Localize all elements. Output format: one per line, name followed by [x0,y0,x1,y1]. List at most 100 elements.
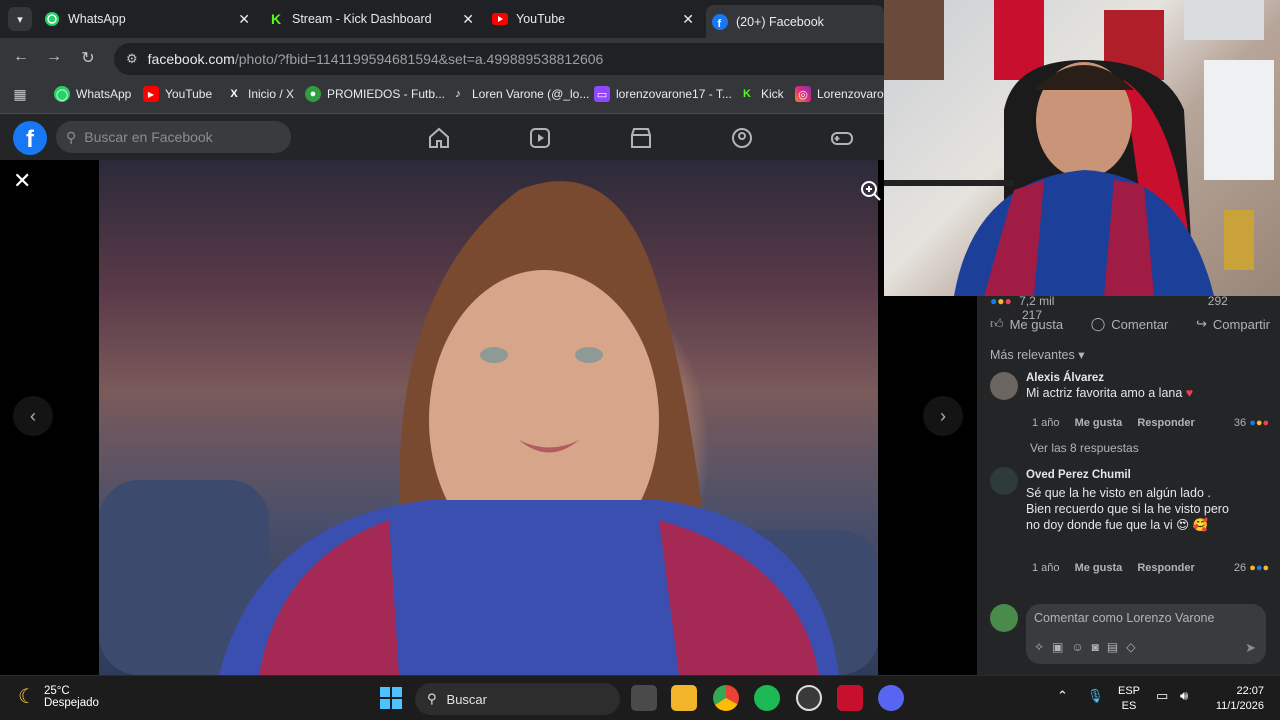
microphone-icon[interactable]: 🎙︎ [1087,688,1104,703]
comment-reply-button[interactable]: Responder [1137,562,1194,574]
emoji-icon[interactable]: ☺ [1071,640,1083,654]
gif-button-icon[interactable]: ▤ [1107,640,1118,654]
network-icon[interactable]: ▭ [1156,688,1168,703]
windows-taskbar: ☾ 25°C Despejado ⚲ Buscar ⌃ 🎙︎ ESP ES ▭ … [0,675,1280,720]
marketplace-icon[interactable] [629,126,653,150]
heart-eyes-emoji-icon: 😍 [1176,518,1190,532]
apps-grid-icon[interactable]: ▦ [12,86,34,102]
close-tab-icon[interactable]: ✕ [462,11,474,28]
photo-viewer: ✕ ‹ › [0,160,977,675]
address-bar[interactable]: ⚙ facebook.com /photo/?fbid=114119959468… [114,43,884,75]
navigation-bar: ← → ↻ ⚙ facebook.com /photo/?fbid=114119… [0,38,884,80]
weather-widget[interactable]: ☾ 25°C Despejado [18,684,99,709]
bookmark-tiktok[interactable]: ♪ Loren Varone (@_lo... [450,86,589,102]
comments-count[interactable]: 292 [1208,294,1228,308]
forward-arrow-icon[interactable]: → [43,48,65,66]
chrome-icon[interactable] [713,685,739,711]
camera-icon[interactable]: ◙ [1092,640,1099,654]
facebook-header: f ⚲ Buscar en Facebook [0,114,884,160]
comment-author[interactable]: Oved Perez Chumil [1026,467,1236,483]
like-button[interactable]: 👍︎ Me gusta [990,316,1063,332]
x-logo-icon: X [230,88,238,100]
gaming-icon[interactable] [830,126,854,150]
avatar-sticker-icon[interactable]: ✧ [1034,640,1044,654]
view-replies-link[interactable]: Ver las 8 respuestas [1030,441,1139,455]
comment-button[interactable]: ◯ Comentar [1091,316,1169,332]
video-icon[interactable] [528,126,552,150]
facebook-search-input[interactable]: ⚲ Buscar en Facebook [56,121,291,153]
promiedos-icon: ● [305,86,321,102]
sticker-icon[interactable]: ◇ [1126,640,1135,654]
comment-like-button[interactable]: Me gusta [1075,562,1123,574]
share-arrow-icon: ↪ [1196,316,1207,331]
home-icon[interactable] [427,126,451,150]
chevron-right-icon: › [940,405,946,426]
facebook-logo[interactable]: f [13,121,47,155]
comment-sort-dropdown[interactable]: Más relevantes ▾ [990,347,1085,362]
avatar[interactable] [990,467,1018,495]
bookmarks-bar: ▦ ◯ WhatsApp ▶ YouTube X Inicio / X ● PROMIE… [0,80,890,114]
reactions-count: 7,2 mil [1019,294,1055,308]
bookmark-kick[interactable]: K Kick [739,86,784,102]
tab-kick-dashboard[interactable]: K Stream - Kick Dashboard ✕ [262,5,482,33]
comment-reaction-count[interactable]: 36 [1234,417,1246,429]
comment-reply-button[interactable]: Responder [1137,417,1194,429]
chevron-up-icon[interactable]: ⌃ [1057,688,1068,703]
tab-facebook[interactable]: f (20+) Facebook [706,5,884,38]
avatar[interactable] [990,372,1018,400]
tab-label: YouTube [516,12,566,26]
comment-text: Mi actriz favorita amo a lana [1026,386,1183,400]
chevron-down-icon: ▾ [17,13,23,26]
bookmark-instagram[interactable]: ◎ Lorenzovaron [795,86,890,102]
tab-label: WhatsApp [68,12,126,26]
tab-youtube[interactable]: YouTube ✕ [486,5,702,33]
whatsapp-icon: ◯ [54,86,70,102]
spotify-icon[interactable] [754,685,780,711]
previous-photo-button[interactable]: ‹ [13,396,53,436]
discord-icon[interactable] [878,685,904,711]
youtube-icon [492,11,508,27]
app-icon[interactable] [837,685,863,711]
photo-illustration [99,181,878,675]
back-arrow-icon[interactable]: ← [10,48,32,66]
task-view-icon[interactable] [631,685,657,711]
groups-icon[interactable] [730,126,754,150]
next-photo-button[interactable]: › [923,396,963,436]
gif-icon[interactable]: ▣ [1052,640,1063,654]
volume-icon[interactable]: 🔊︎ [1180,688,1188,703]
comment-reaction-count[interactable]: 26 [1234,562,1246,574]
language-indicator[interactable]: ESP ES [1118,684,1140,714]
comment-author[interactable]: Alexis Álvarez [1026,372,1193,384]
close-tab-icon[interactable]: ✕ [682,11,694,28]
bookmark-twitch[interactable]: ▭ lorenzovarone17 - T... [594,86,732,102]
file-explorer-icon[interactable] [671,685,697,711]
thumbs-up-icon: 👍︎ [990,316,1004,331]
comment-reaction-icons: ● [1249,417,1256,429]
close-icon[interactable]: ✕ [13,168,31,194]
close-tab-icon[interactable]: ✕ [238,11,250,28]
comment-like-button[interactable]: Me gusta [1075,417,1123,429]
search-icon: ⚲ [66,128,77,145]
bookmark-whatsapp[interactable]: ◯ WhatsApp [54,86,131,102]
windows-start-icon[interactable] [378,685,404,711]
share-button[interactable]: ↪ Compartir [1196,316,1270,332]
comment-time[interactable]: 1 año [1032,562,1060,574]
tab-whatsapp[interactable]: WhatsApp ✕ [38,5,258,33]
bookmark-x[interactable]: X Inicio / X [226,86,294,102]
comment-input[interactable]: Comentar como Lorenzo Varone ✧ ▣ ☺ ◙ ▤ ◇… [1026,604,1266,664]
zoom-in-icon[interactable] [858,178,884,204]
bookmark-promiedos[interactable]: ● PROMIEDOS - Futb... [305,86,445,102]
post-actions: 👍︎ Me gusta ◯ Comentar ↪ Compartir [990,316,1270,332]
tab-search-button[interactable]: ▾ [8,7,32,31]
site-info-icon[interactable]: ⚙ [126,51,138,67]
chevron-left-icon: ‹ [30,405,36,426]
obs-icon[interactable] [796,685,822,711]
comment-time[interactable]: 1 año [1032,417,1060,429]
comment-bubble-icon: ◯ [1090,316,1106,331]
taskbar-search-input[interactable]: ⚲ Buscar [415,683,620,715]
send-icon[interactable]: ➤ [1245,640,1256,656]
bookmark-youtube[interactable]: ▶ YouTube [143,86,212,102]
clock[interactable]: 22:07 11/1/2026 [1208,684,1264,714]
reload-icon[interactable]: ↻ [77,48,99,68]
moon-icon: ☾ [18,686,36,708]
